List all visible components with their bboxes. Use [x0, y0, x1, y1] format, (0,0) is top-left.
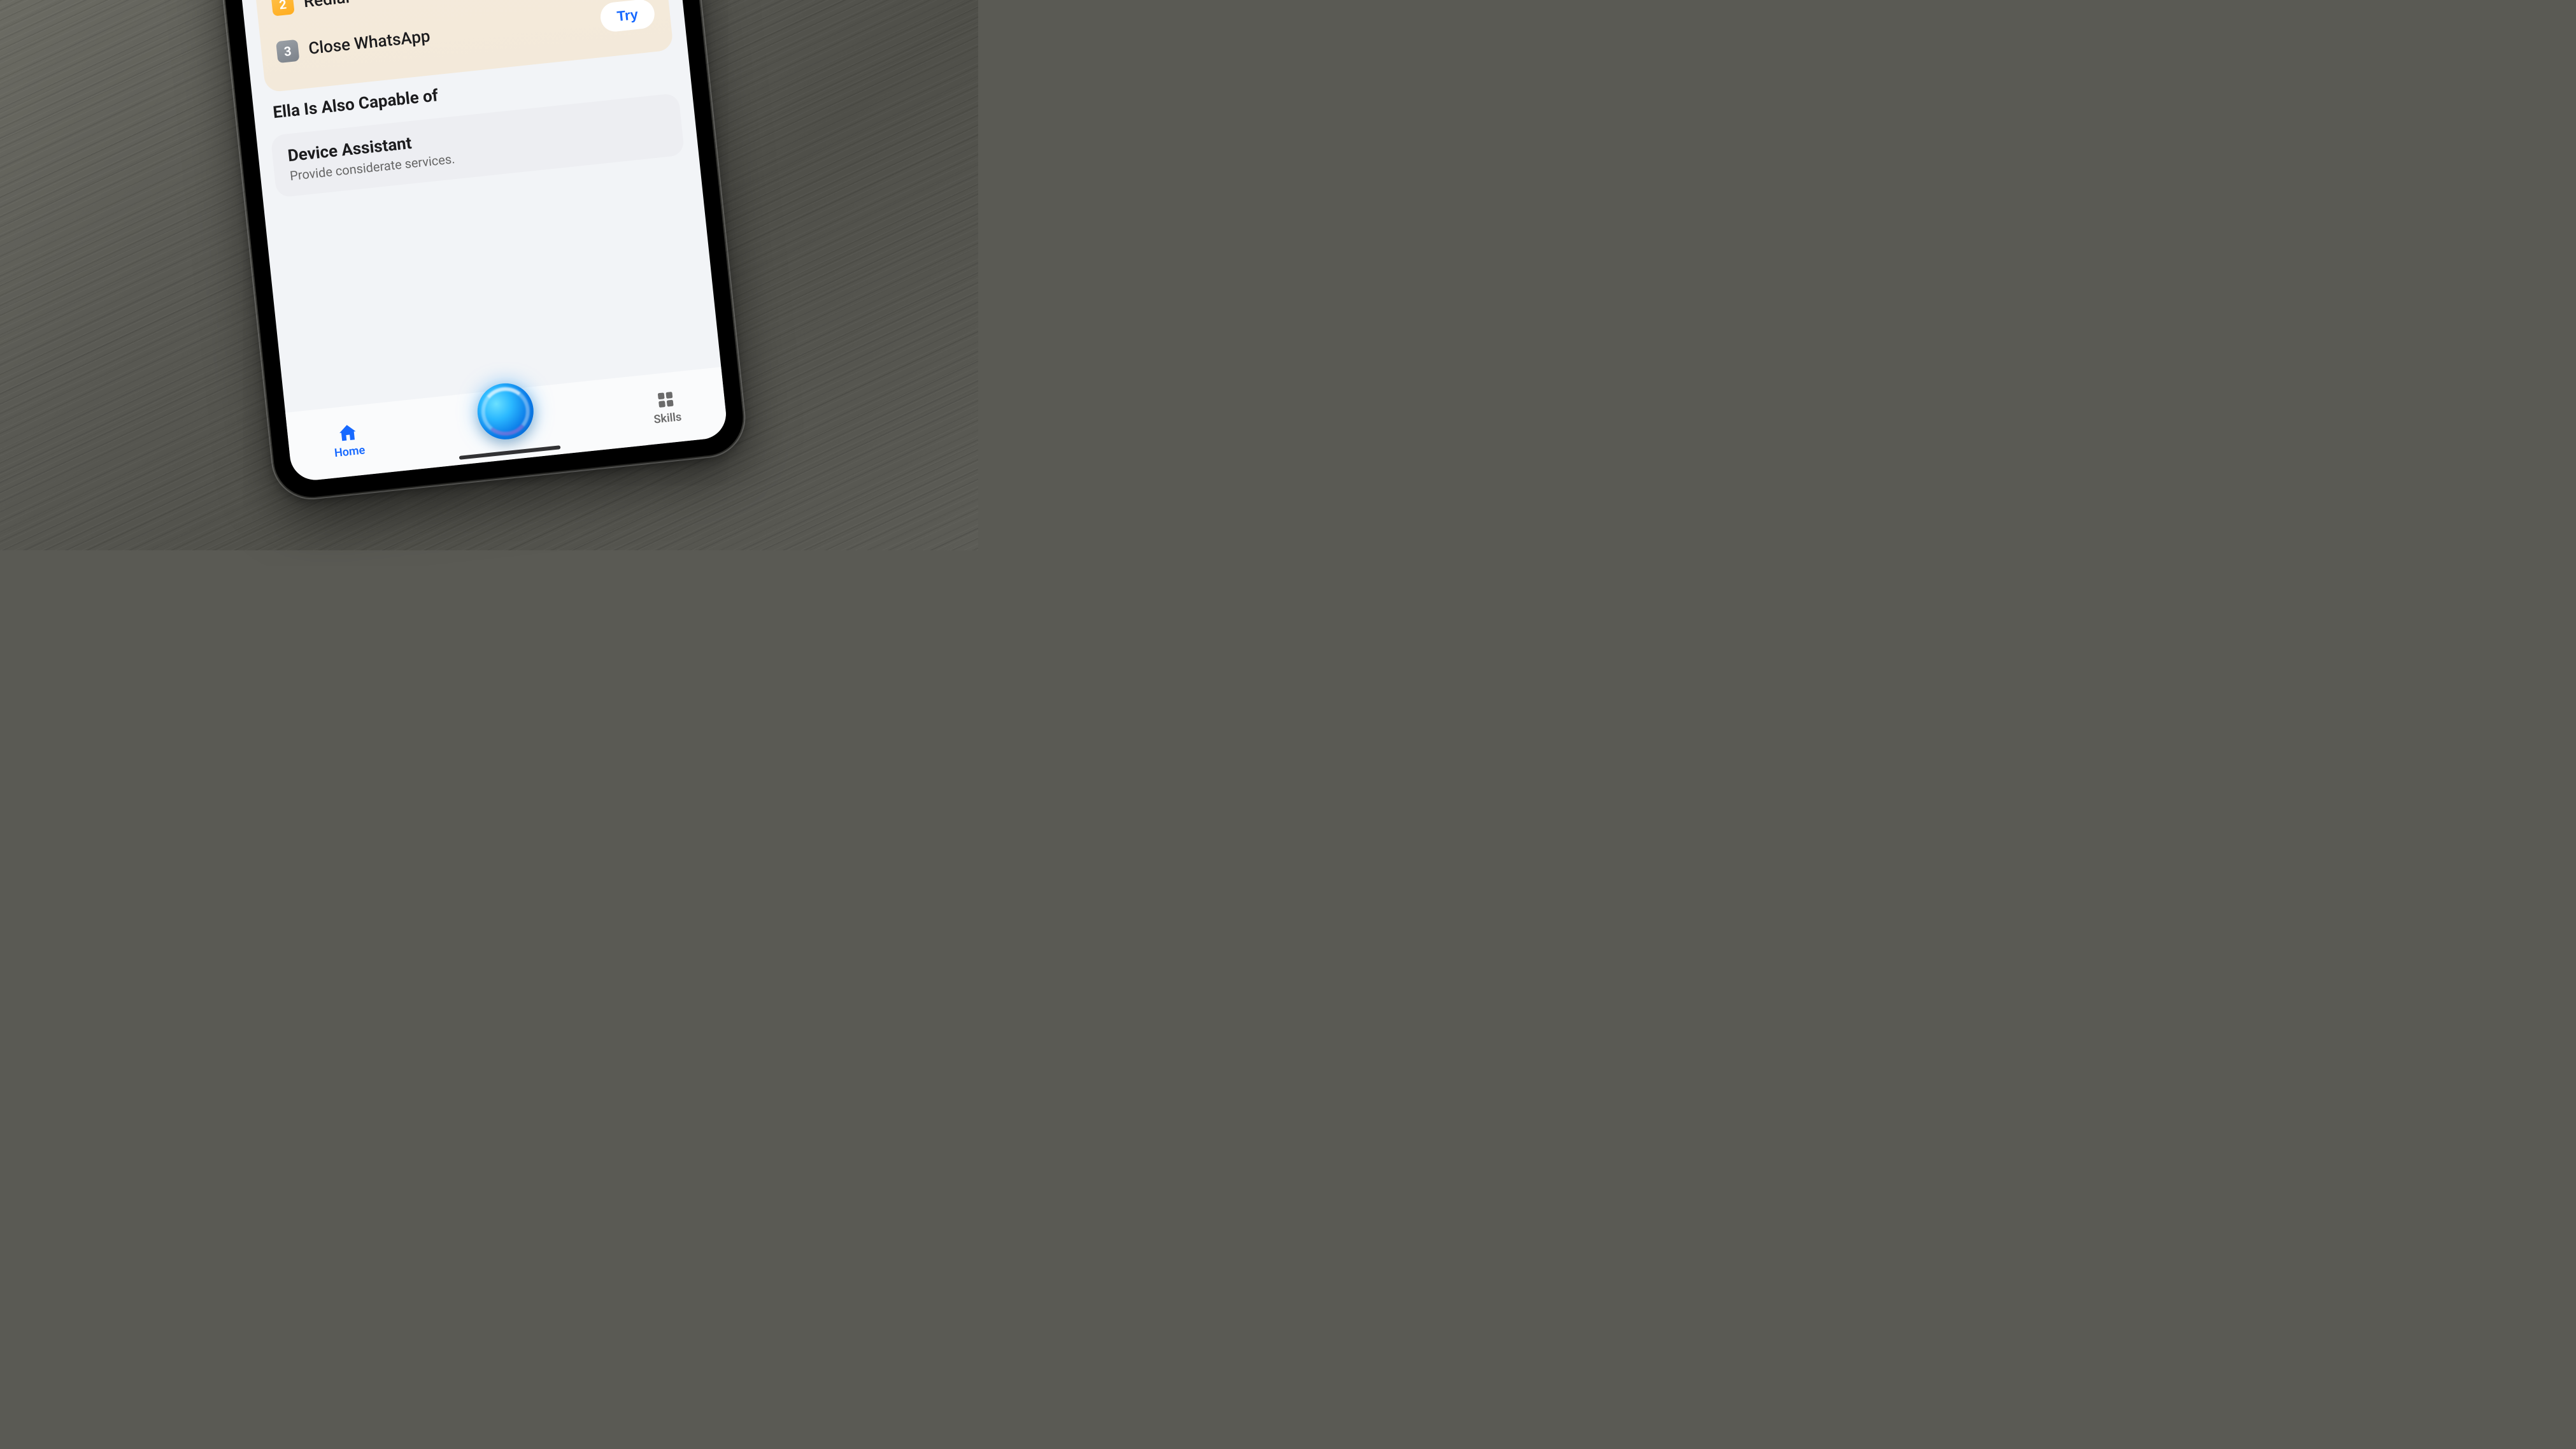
skills-grid-icon: [654, 387, 678, 411]
phone-screen: Hot 1 Video call mom on What… Try 2 Redi…: [231, 0, 729, 482]
nav-skills-label: Skills: [653, 410, 682, 426]
try-button[interactable]: Try: [599, 0, 656, 33]
voice-orb-icon: [474, 381, 536, 443]
nav-home-label: Home: [334, 443, 366, 460]
nav-skills[interactable]: Skills: [651, 387, 682, 426]
rank-badge-2-icon: 2: [271, 0, 294, 17]
phone-frame: Hot 1 Video call mom on What… Try 2 Redi…: [213, 0, 746, 501]
nav-home[interactable]: Home: [331, 420, 366, 460]
rank-badge-3-icon: 3: [276, 39, 299, 63]
home-icon: [336, 421, 359, 445]
